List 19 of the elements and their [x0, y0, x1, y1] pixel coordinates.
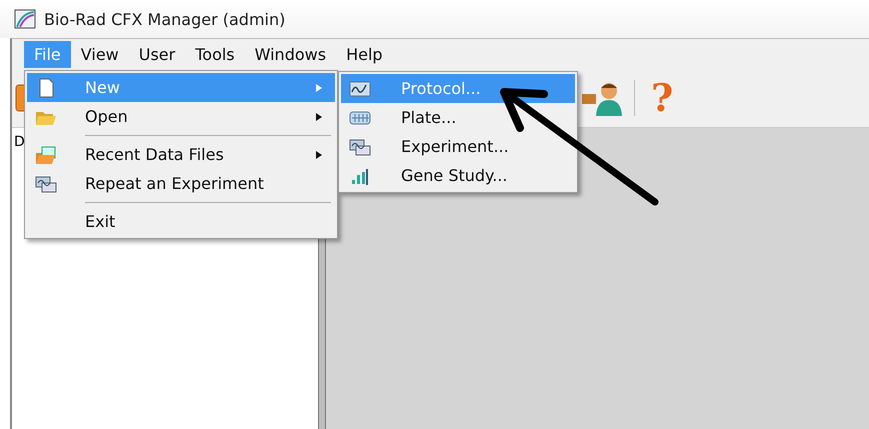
menu-item[interactable]: Experiment...: [341, 132, 575, 161]
menu-item[interactable]: Repeat an Experiment: [27, 169, 335, 198]
menu-item[interactable]: Tools: [185, 40, 245, 68]
menu-item[interactable]: Gene Study...: [341, 161, 575, 190]
graph-icon: [349, 78, 371, 98]
instrument-icon: [35, 174, 57, 194]
menu-item[interactable]: User: [128, 40, 186, 68]
panel-label: D: [14, 134, 25, 150]
folder-icon: [35, 144, 57, 164]
menu-item[interactable]: Exit: [27, 207, 335, 236]
menu-item[interactable]: Plate...: [341, 103, 575, 132]
menu-item[interactable]: View: [70, 40, 129, 68]
menu-item[interactable]: Recent Data Files: [27, 140, 335, 169]
window-title: Bio-Rad CFX Manager (admin): [44, 10, 286, 28]
menu-item[interactable]: Help: [336, 40, 393, 68]
menu-item[interactable]: Open: [27, 102, 335, 131]
app-icon: [14, 9, 36, 29]
instrument-icon: [349, 136, 371, 156]
menu-item[interactable]: Windows: [244, 40, 336, 68]
